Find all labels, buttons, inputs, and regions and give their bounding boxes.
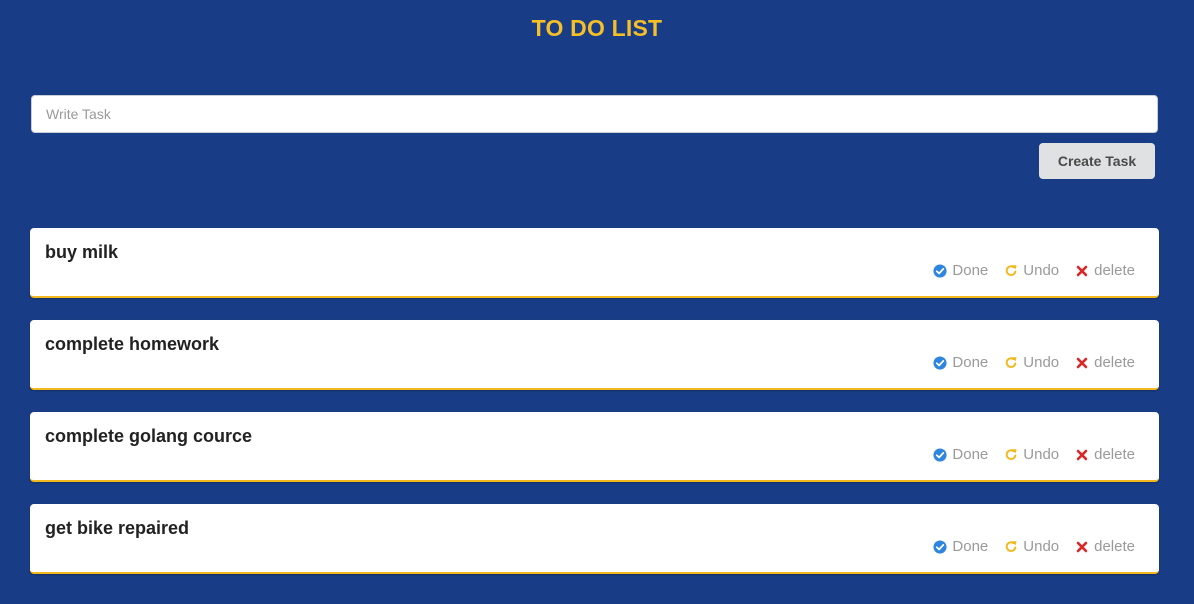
undo-button[interactable]: Undo xyxy=(1004,355,1059,371)
task-card: buy milk Done Undo delete xyxy=(30,228,1159,298)
delete-button[interactable]: delete xyxy=(1075,263,1135,279)
redo-arrow-icon xyxy=(1006,265,1017,276)
redo-arrow-icon xyxy=(1006,449,1017,460)
close-x-icon xyxy=(1076,449,1088,461)
task-name: complete homework xyxy=(45,334,220,354)
done-button[interactable]: Done xyxy=(933,447,988,463)
done-button[interactable]: Done xyxy=(933,263,988,279)
delete-label: delete xyxy=(1094,446,1135,463)
task-name: complete golang cource xyxy=(45,426,253,446)
task-actions: Done Undo delete xyxy=(933,355,1135,371)
redo-arrow-icon xyxy=(1006,541,1017,552)
check-circle-icon xyxy=(933,448,947,462)
undo-button[interactable]: Undo xyxy=(1004,447,1059,463)
done-button[interactable]: Done xyxy=(933,539,988,555)
delete-label: delete xyxy=(1094,354,1135,371)
undo-label: Undo xyxy=(1023,262,1060,279)
task-actions: Done Undo delete xyxy=(933,263,1135,279)
page-title: TO DO LIST xyxy=(531,15,663,41)
delete-button[interactable]: delete xyxy=(1075,447,1135,463)
task-name: buy milk xyxy=(45,242,119,262)
undo-label: Undo xyxy=(1023,446,1060,463)
task-list: buy milk Done Undo delete complete homew… xyxy=(30,228,1159,596)
undo-button[interactable]: Undo xyxy=(1004,539,1059,555)
close-x-icon xyxy=(1076,357,1088,369)
check-circle-icon xyxy=(933,264,947,278)
task-card: get bike repaired Done Undo delete xyxy=(30,504,1159,574)
done-label: Done xyxy=(952,354,989,371)
task-actions: Done Undo delete xyxy=(933,447,1135,463)
close-x-icon xyxy=(1076,265,1088,277)
task-input[interactable] xyxy=(31,95,1158,133)
done-label: Done xyxy=(952,446,989,463)
delete-label: delete xyxy=(1094,262,1135,279)
undo-label: Undo xyxy=(1023,538,1060,555)
delete-button[interactable]: delete xyxy=(1075,355,1135,371)
check-circle-icon xyxy=(933,356,947,370)
task-card: complete homework Done Undo delete xyxy=(30,320,1159,390)
redo-arrow-icon xyxy=(1006,357,1017,368)
done-label: Done xyxy=(952,262,989,279)
undo-button[interactable]: Undo xyxy=(1004,263,1059,279)
done-button[interactable]: Done xyxy=(933,355,988,371)
delete-label: delete xyxy=(1094,538,1135,555)
check-circle-icon xyxy=(933,540,947,554)
close-x-icon xyxy=(1076,541,1088,553)
undo-label: Undo xyxy=(1023,354,1060,371)
delete-button[interactable]: delete xyxy=(1075,539,1135,555)
task-actions: Done Undo delete xyxy=(933,539,1135,555)
done-label: Done xyxy=(952,538,989,555)
create-task-button[interactable]: Create Task xyxy=(1039,143,1155,179)
task-name: get bike repaired xyxy=(45,518,190,538)
task-card: complete golang cource Done Undo delete xyxy=(30,412,1159,482)
